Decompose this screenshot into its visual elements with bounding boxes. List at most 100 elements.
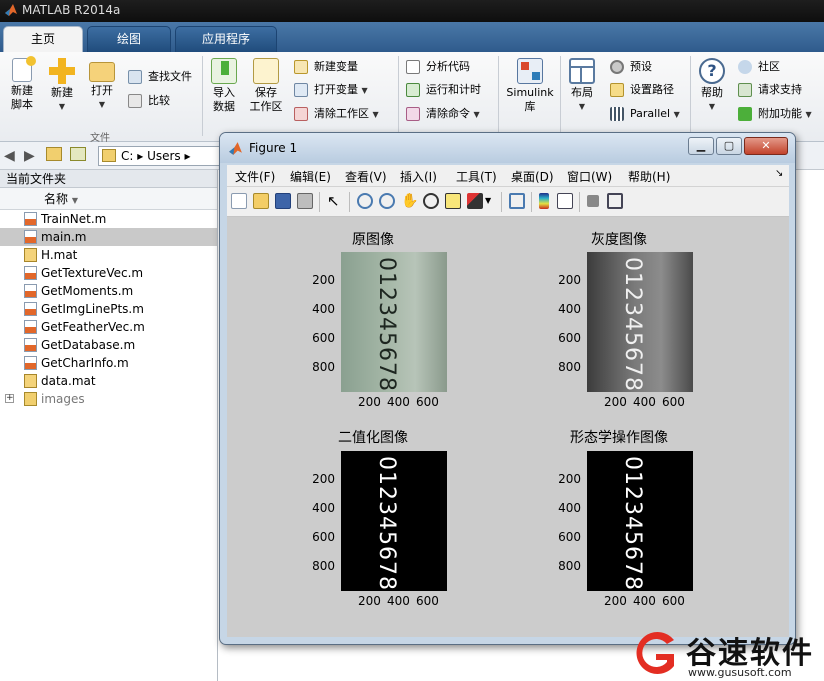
menu-tools[interactable]: 工具(T) bbox=[456, 168, 497, 185]
y-tick-label: 600 bbox=[312, 331, 335, 345]
layout-button[interactable]: 布局 ▼ bbox=[562, 58, 602, 114]
new-figure-icon[interactable] bbox=[231, 193, 247, 209]
file-list-item[interactable]: GetFeatherVec.m bbox=[0, 318, 217, 336]
menu-window[interactable]: 窗口(W) bbox=[567, 168, 612, 185]
save-workspace-icon bbox=[253, 58, 279, 84]
minimize-button[interactable]: ▁ bbox=[688, 137, 714, 155]
file-list-item[interactable]: GetImgLinePts.m bbox=[0, 300, 217, 318]
request-support-button[interactable]: 请求支持 bbox=[738, 81, 802, 99]
forward-arrow-icon[interactable]: ▶ bbox=[24, 148, 35, 164]
browse-folder-icon[interactable] bbox=[70, 147, 86, 161]
save-icon[interactable] bbox=[275, 193, 291, 209]
file-list-item[interactable]: data.mat bbox=[0, 372, 217, 390]
open-variable-button[interactable]: 打开变量 ▼ bbox=[294, 81, 368, 99]
file-list-item[interactable]: GetTextureVec.m bbox=[0, 264, 217, 282]
column-header-name[interactable]: 名称 ▼ bbox=[0, 188, 217, 210]
save-workspace-button[interactable]: 保存 工作区 bbox=[246, 58, 286, 114]
tab-plots[interactable]: 绘图 bbox=[87, 26, 171, 52]
file-list-item[interactable]: + images bbox=[0, 390, 217, 408]
show-plot-tools-icon[interactable] bbox=[607, 193, 623, 209]
figure-canvas: 原图像 0123456789 灰度图像 0123456789 二值化图像 012… bbox=[227, 217, 789, 637]
colorbar-icon[interactable] bbox=[539, 193, 549, 209]
simulink-library-button[interactable]: Simulink 库 bbox=[504, 58, 556, 114]
x-tick-label: 600 bbox=[662, 395, 685, 409]
community-button[interactable]: 社区 bbox=[738, 58, 780, 76]
watermark-url: www.gususoft.com bbox=[688, 666, 792, 679]
menu-help[interactable]: 帮助(H) bbox=[628, 168, 670, 185]
run-and-time-button[interactable]: 运行和计时 bbox=[406, 81, 481, 99]
file-list: TrainNet.m main.m H.mat GetTextureVec.m GetM… bbox=[0, 210, 217, 408]
file-list-item[interactable]: GetDatabase.m bbox=[0, 336, 217, 354]
parallel-label: Parallel bbox=[630, 107, 671, 120]
ribbon-separator bbox=[690, 56, 691, 136]
compare-button[interactable]: 比较 bbox=[128, 92, 170, 110]
back-arrow-icon[interactable]: ◀ bbox=[4, 148, 15, 164]
file-list-item[interactable]: GetCharInfo.m bbox=[0, 354, 217, 372]
file-name: data.mat bbox=[41, 374, 96, 388]
up-folder-icon[interactable] bbox=[46, 147, 62, 161]
link-icon[interactable] bbox=[509, 193, 525, 209]
new-button[interactable]: 新建 ▼ bbox=[42, 58, 82, 114]
ribbon-separator bbox=[498, 56, 499, 136]
find-files-button[interactable]: 查找文件 bbox=[128, 68, 192, 86]
menu-edit[interactable]: 编辑(E) bbox=[290, 168, 331, 185]
new-variable-button[interactable]: 新建变量 bbox=[294, 58, 358, 76]
help-button[interactable]: ? 帮助 ▼ bbox=[692, 58, 732, 114]
x-tick-label: 600 bbox=[416, 395, 439, 409]
menu-desktop[interactable]: 桌面(D) bbox=[511, 168, 554, 185]
x-tick-label: 400 bbox=[633, 395, 656, 409]
clear-workspace-button[interactable]: 清除工作区 ▼ bbox=[294, 105, 379, 123]
brush-dropdown-icon[interactable]: ▼ bbox=[485, 193, 495, 209]
new-script-button[interactable]: 新建 脚本 bbox=[2, 56, 42, 112]
new-variable-label: 新建变量 bbox=[314, 60, 358, 73]
file-list-item[interactable]: TrainNet.m bbox=[0, 210, 217, 228]
ribbon: 新建 脚本 新建 ▼ 打开 ▼ 查找文件 比较 文件 导入 数据 保存 工作区 新建变… bbox=[0, 52, 824, 144]
file-name: H.mat bbox=[41, 248, 78, 262]
run-and-time-icon bbox=[406, 83, 420, 97]
menu-file[interactable]: 文件(F) bbox=[235, 168, 275, 185]
brush-icon[interactable] bbox=[467, 193, 483, 209]
tab-home[interactable]: 主页 bbox=[3, 26, 83, 52]
pointer-icon[interactable]: ↖ bbox=[327, 193, 343, 209]
import-data-icon bbox=[211, 58, 237, 84]
import-data-button[interactable]: 导入 数据 bbox=[204, 58, 244, 114]
file-list-item[interactable]: main.m bbox=[0, 228, 217, 246]
legend-icon[interactable] bbox=[557, 193, 573, 209]
hide-plot-tools-icon[interactable] bbox=[587, 195, 599, 207]
file-list-item[interactable]: H.mat bbox=[0, 246, 217, 264]
new-variable-icon bbox=[294, 60, 308, 74]
m-file-icon bbox=[24, 356, 37, 370]
current-folder-title: 当前文件夹 bbox=[0, 170, 217, 188]
close-button[interactable]: ✕ bbox=[744, 137, 788, 155]
print-icon[interactable] bbox=[297, 193, 313, 209]
x-tick-label: 200 bbox=[604, 395, 627, 409]
data-cursor-icon[interactable] bbox=[445, 193, 461, 209]
menu-dock-arrow-icon[interactable]: ↘ bbox=[775, 168, 783, 179]
ribbon-separator bbox=[560, 56, 561, 136]
clear-commands-button[interactable]: 清除命令 ▼ bbox=[406, 105, 480, 123]
parallel-button[interactable]: Parallel ▼ bbox=[610, 105, 680, 123]
menu-view[interactable]: 查看(V) bbox=[345, 168, 387, 185]
y-tick-label: 400 bbox=[558, 501, 581, 515]
zoom-out-icon[interactable] bbox=[379, 193, 395, 209]
matlab-logo-icon bbox=[5, 4, 17, 16]
analyze-code-button[interactable]: 分析代码 bbox=[406, 58, 470, 76]
m-file-icon bbox=[24, 302, 37, 316]
zoom-in-icon[interactable] bbox=[357, 193, 373, 209]
subplot-title-morphology: 形态学操作图像 bbox=[570, 430, 668, 446]
file-list-item[interactable]: GetMoments.m bbox=[0, 282, 217, 300]
y-tick-label: 800 bbox=[312, 360, 335, 374]
pan-icon[interactable]: ✋ bbox=[401, 193, 418, 209]
expand-icon[interactable]: + bbox=[5, 394, 14, 403]
rotate-icon[interactable] bbox=[423, 193, 439, 209]
open-icon[interactable] bbox=[253, 193, 269, 209]
maximize-button[interactable]: ▢ bbox=[716, 137, 742, 155]
file-name: images bbox=[41, 392, 85, 406]
set-path-button[interactable]: 设置路径 bbox=[610, 81, 674, 99]
add-ons-button[interactable]: 附加功能 ▼ bbox=[738, 105, 812, 123]
figure-toolbar: ↖ ✋ ▼ bbox=[227, 187, 789, 217]
preferences-button[interactable]: 预设 bbox=[610, 58, 652, 76]
menu-insert[interactable]: 插入(I) bbox=[400, 168, 437, 185]
open-button[interactable]: 打开 ▼ bbox=[82, 58, 122, 112]
tab-apps[interactable]: 应用程序 bbox=[175, 26, 277, 52]
